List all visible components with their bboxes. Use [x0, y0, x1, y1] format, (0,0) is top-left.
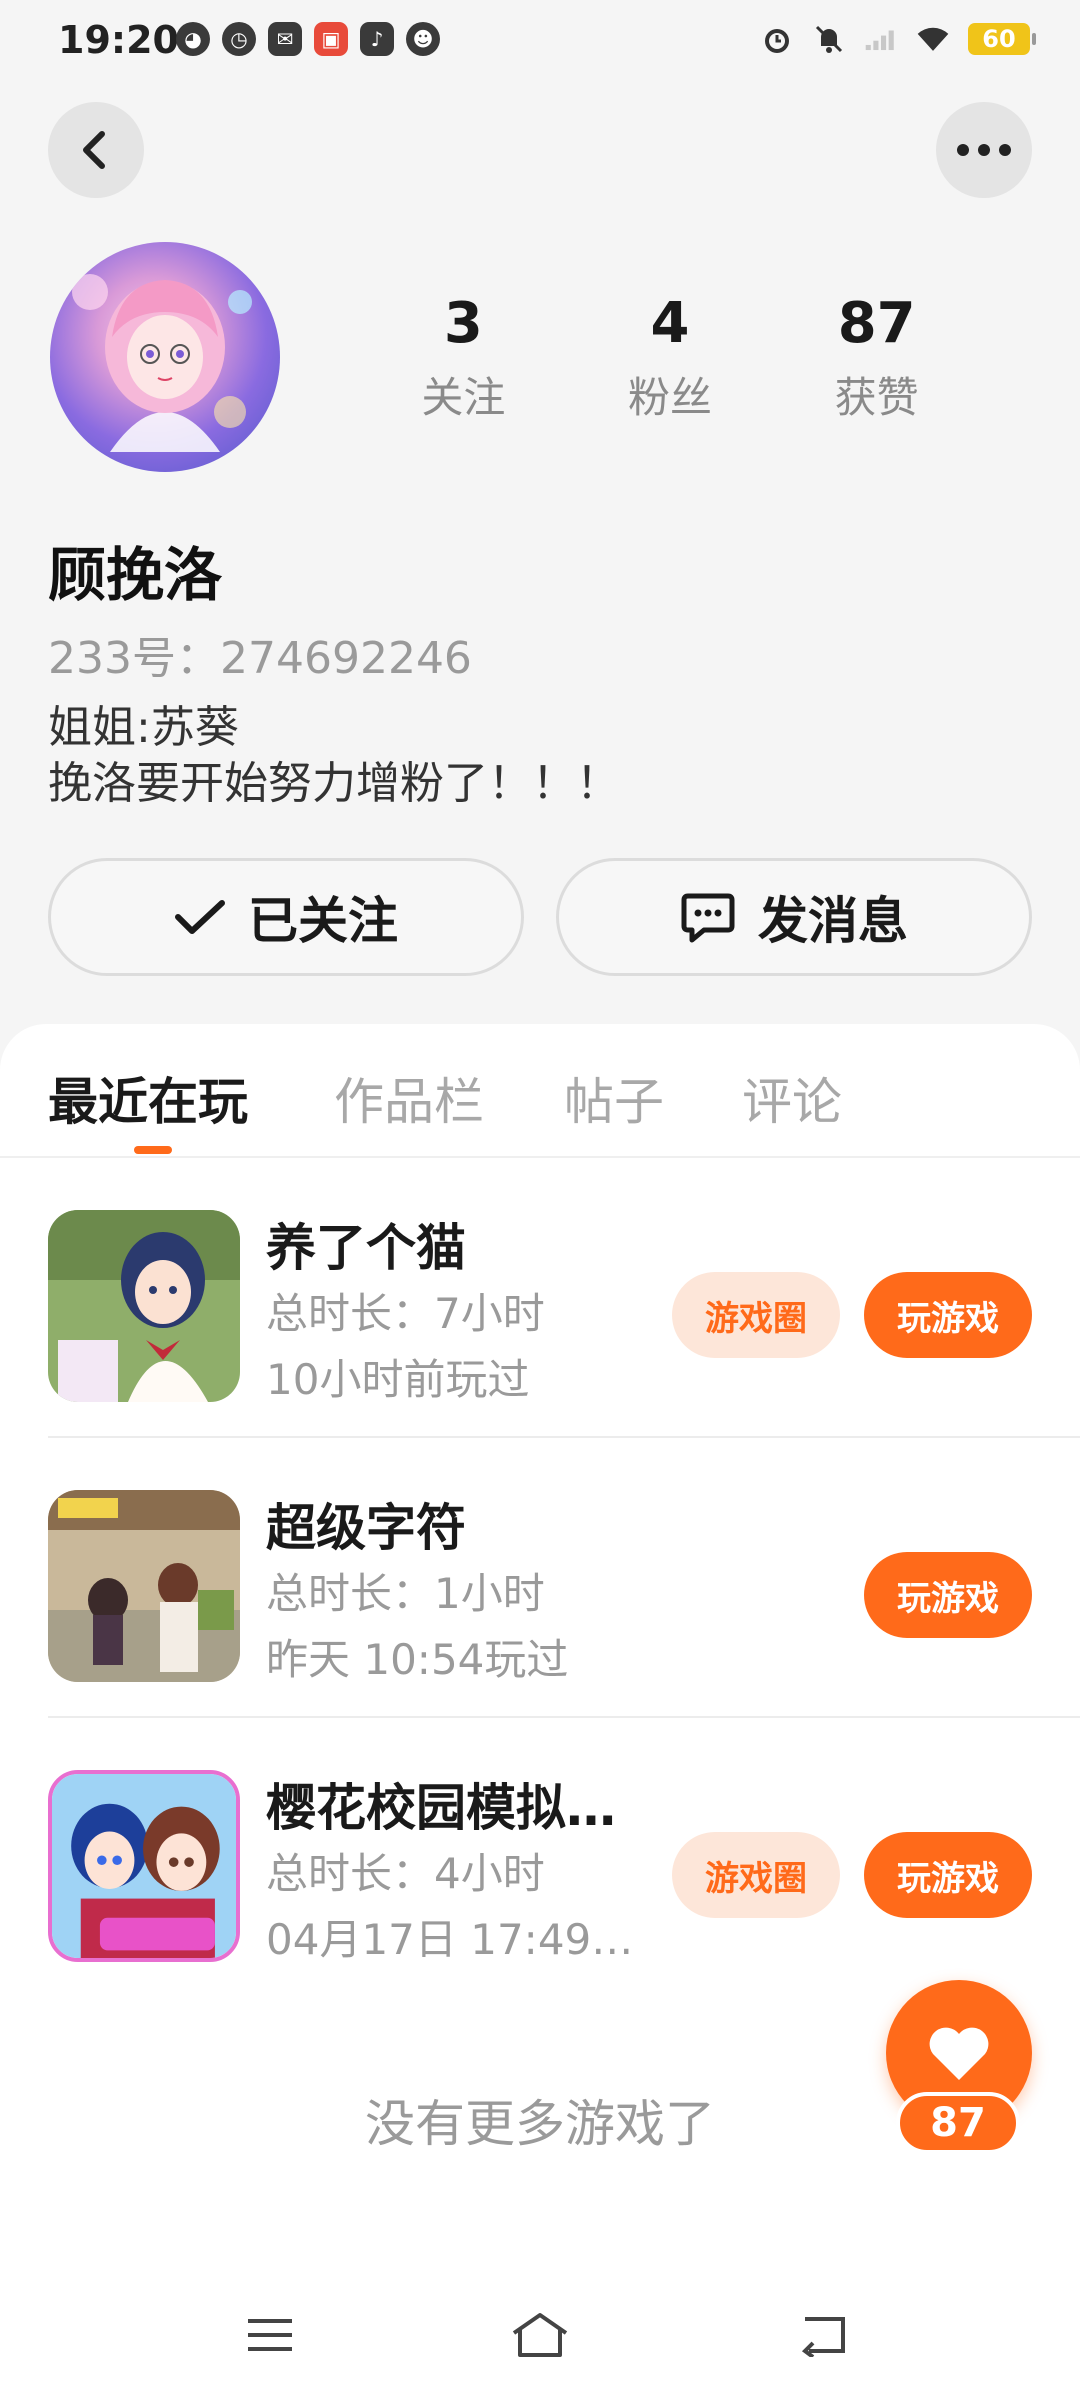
app-icon: ▣ — [314, 22, 348, 56]
bio-line: 姐姐:苏葵 — [48, 702, 239, 753]
more-dots-icon — [957, 144, 1011, 156]
following-label: 已关注 — [248, 892, 398, 950]
music-icon: ♪ — [360, 22, 394, 56]
home-icon[interactable] — [510, 2310, 570, 2360]
game-duration: 总时长：4小时 — [266, 1849, 545, 1898]
game-last-played: 04月17日 17:49… — [266, 1915, 634, 1964]
mute-icon — [812, 22, 846, 56]
stat-label: 关注 — [421, 373, 506, 422]
tab-recently-played[interactable]: 最近在玩 — [48, 1062, 248, 1134]
play-game-button[interactable]: 玩游戏 — [864, 1832, 1032, 1918]
game-last-played: 10小时前玩过 — [266, 1355, 530, 1404]
game-circle-button[interactable]: 游戏圈 — [672, 1272, 840, 1358]
stat-label: 粉丝 — [628, 373, 713, 422]
system-nav-bar — [0, 2290, 1080, 2380]
game-duration: 总时长：7小时 — [266, 1289, 545, 1338]
game-circle-button[interactable]: 游戏圈 — [672, 1832, 840, 1918]
bot-icon: ☻ — [406, 22, 440, 56]
mail-icon: ✉ — [268, 22, 302, 56]
game-icon[interactable] — [48, 1770, 240, 1962]
game-title: 养了个猫 — [266, 1219, 466, 1277]
heart-icon — [929, 2027, 989, 2080]
user-id: 233号：274692246 — [48, 633, 472, 684]
send-message-label: 发消息 — [758, 892, 908, 950]
active-tab-indicator — [134, 1146, 172, 1154]
chat-bubble-icon — [681, 893, 735, 943]
profile-stats: 3 关注 4 粉丝 87 获赞 — [360, 292, 980, 425]
game-list-item[interactable]: 樱花校园模拟… 总时长：4小时 04月17日 17:49… 游戏圈 玩游戏 — [0, 1718, 1080, 1998]
back-button[interactable] — [48, 102, 144, 198]
stat-value: 87 — [837, 291, 916, 356]
send-message-button[interactable]: 发消息 — [556, 858, 1032, 976]
stat-value: 3 — [443, 291, 483, 356]
stat-likes[interactable]: 87 获赞 — [773, 292, 980, 425]
alarm-icon — [760, 22, 794, 56]
game-list-item[interactable]: 超级字符 总时长：1小时 昨天 10:54玩过 玩游戏 — [0, 1438, 1080, 1718]
system-icons: 60 — [760, 22, 1036, 56]
menu-icon[interactable] — [240, 2310, 300, 2360]
cat-face-icon: ◕ — [176, 22, 210, 56]
stat-value: 4 — [650, 291, 690, 356]
game-list-item[interactable]: 养了个猫 总时长：7小时 10小时前玩过 游戏圈 玩游戏 — [0, 1158, 1080, 1438]
stat-label: 获赞 — [834, 373, 919, 422]
battery-level: 60 — [982, 25, 1016, 53]
game-last-played: 昨天 10:54玩过 — [266, 1635, 569, 1684]
bio: 姐姐:苏葵 挽洛要开始努力增粉了！！！ — [48, 700, 620, 812]
avatar[interactable] — [50, 242, 280, 472]
game-duration: 总时长：1小时 — [266, 1569, 545, 1618]
play-game-button[interactable]: 玩游戏 — [864, 1272, 1032, 1358]
game-icon[interactable] — [48, 1210, 240, 1402]
game-cover-art — [48, 1210, 240, 1402]
status-time: 19:20 — [58, 18, 179, 62]
back-nav-icon[interactable] — [794, 2310, 854, 2360]
game-icon[interactable] — [48, 1490, 240, 1682]
notification-icons: ◕ ◷ ✉ ▣ ♪ ☻ — [176, 22, 440, 56]
compass-icon: ◷ — [222, 22, 256, 56]
stat-followers[interactable]: 4 粉丝 — [567, 292, 774, 425]
signal-icon — [864, 22, 898, 56]
profile-page: 19:20 ◕ ◷ ✉ ▣ ♪ ☻ 60 3 关注 4 粉丝 87 获赞 顾挽洛… — [0, 0, 1080, 2400]
like-count-badge: 87 — [896, 2092, 1020, 2154]
bio-line: 挽洛要开始努力增粉了！！！ — [48, 758, 620, 809]
chevron-left-icon — [83, 131, 105, 169]
status-bar: 19:20 ◕ ◷ ✉ ▣ ♪ ☻ 60 — [0, 0, 1080, 84]
following-button[interactable]: 已关注 — [48, 858, 524, 976]
game-title: 超级字符 — [266, 1499, 466, 1557]
tab-bar: 最近在玩 作品栏 帖子 评论 — [0, 1024, 1080, 1158]
avatar-illustration — [72, 274, 252, 452]
tab-posts[interactable]: 帖子 — [564, 1062, 664, 1134]
more-button[interactable] — [936, 102, 1032, 198]
tab-comments[interactable]: 评论 — [742, 1062, 842, 1134]
checkmark-icon — [175, 900, 225, 934]
game-title: 樱花校园模拟… — [266, 1779, 616, 1837]
play-game-button[interactable]: 玩游戏 — [864, 1552, 1032, 1638]
game-cover-art — [48, 1490, 240, 1682]
username: 顾挽洛 — [48, 541, 223, 609]
game-cover-art — [52, 1774, 236, 1958]
content-panel: 最近在玩 作品栏 帖子 评论 养了个猫 总时长：7小时 10小时前玩过 游戏圈 … — [0, 1024, 1080, 2400]
stat-following[interactable]: 3 关注 — [360, 292, 567, 425]
battery-icon: 60 — [968, 23, 1036, 55]
wifi-icon — [916, 22, 950, 56]
tab-works[interactable]: 作品栏 — [334, 1062, 484, 1134]
